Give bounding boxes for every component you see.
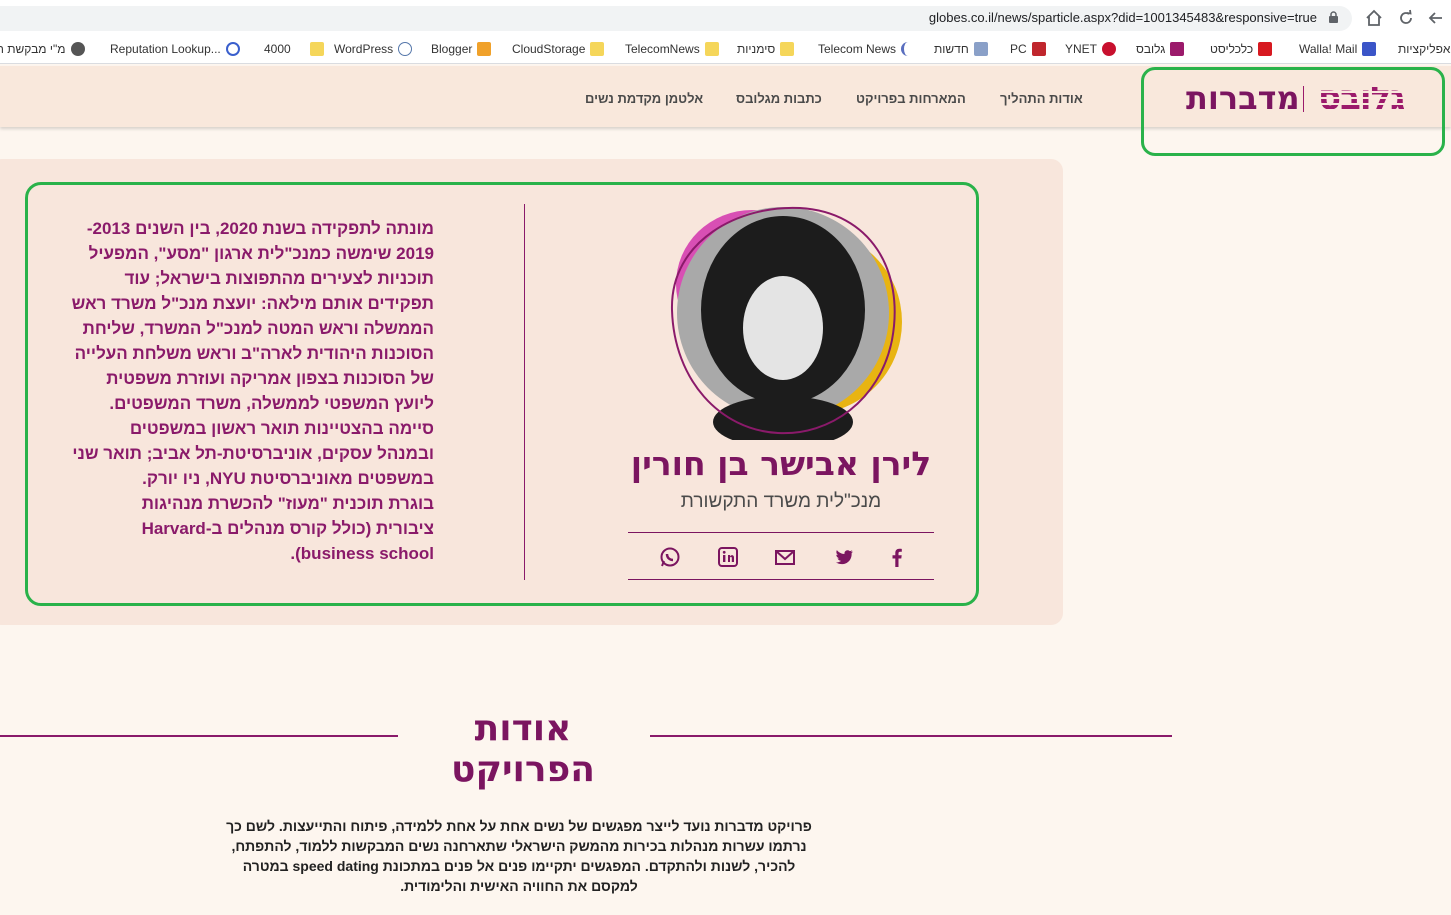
calcalist-icon (1258, 42, 1273, 56)
bookmark-item[interactable]: Reputation Lookup... (110, 42, 240, 56)
folder-icon (590, 42, 605, 56)
pc-icon (1031, 42, 1046, 56)
news-icon (973, 42, 988, 56)
address-bar: globes.co.il/news/sparticle.aspx?did=100… (0, 0, 1451, 36)
nav-articles[interactable]: כתבות מגלובס (736, 91, 822, 106)
ynet-icon (1102, 42, 1117, 56)
bookmark-item[interactable]: סימניות (737, 42, 795, 56)
bookmark-item[interactable]: YNET (1065, 42, 1117, 56)
about-title: אודות הפרויקט (451, 708, 595, 790)
bookmark-item[interactable]: Blogger (431, 42, 492, 56)
ring-icon (225, 42, 240, 56)
bookmark-label: YNET (1065, 42, 1098, 56)
logo-highlight-box (1141, 67, 1445, 156)
blogger-icon (477, 42, 492, 56)
bookmark-label: Telecom News (818, 42, 897, 56)
back-icon[interactable] (1426, 8, 1446, 28)
bookmark-label: סימניות (737, 42, 776, 56)
bookmark-label: גלובס (1136, 42, 1166, 56)
about-divider-left (0, 735, 398, 737)
bookmark-item[interactable]: CloudStorage (512, 42, 605, 56)
globes-icon (1170, 42, 1185, 56)
bookmark-label: TelecomNews (625, 42, 700, 56)
bookmark-label: חדשות (934, 42, 969, 56)
bookmark-item[interactable]: PC (1010, 42, 1046, 56)
bookmark-label: Walla! Mail (1299, 42, 1358, 56)
crescent-icon (901, 42, 915, 56)
walla-icon (1362, 42, 1377, 56)
bookmark-item[interactable]: Walla! Mail (1299, 42, 1377, 56)
globe-icon (70, 42, 85, 56)
bookmark-label: WordPress (334, 42, 394, 56)
bookmark-label: מ"י מבקשת ח (0, 42, 66, 56)
wordpress-icon (398, 42, 413, 56)
nav-hosts[interactable]: המארחות בפרויקט (856, 91, 966, 106)
home-icon[interactable] (1364, 8, 1384, 28)
about-line: להכיר, לשנות ולהתקדם. המפגשים יתקיימו פנ… (242, 858, 796, 874)
bookmark-label: 4000 (264, 42, 291, 56)
bookmark-item[interactable]: כלכליסט (1210, 42, 1273, 56)
url-text[interactable]: globes.co.il/news/sparticle.aspx?did=100… (929, 10, 1317, 25)
bookmark-label: CloudStorage (512, 42, 586, 56)
bookmark-label: Blogger (431, 42, 473, 56)
lock-icon[interactable] (1328, 11, 1339, 23)
folder-icon (704, 42, 719, 56)
nav-altman[interactable]: אלטמן מקדמת נשים (585, 91, 703, 106)
bookmark-label: אפליקציות (1398, 42, 1451, 56)
about-text: פרויקט מדברות נועד לייצר מפגשים של נשים … (200, 816, 838, 896)
about-line: פרויקט מדברות נועד לייצר מפגשים של נשים … (226, 818, 812, 834)
reload-icon[interactable] (1396, 8, 1416, 28)
bookmark-item[interactable]: TelecomNews (625, 42, 719, 56)
about-divider-right (650, 735, 1172, 737)
nav-about-process[interactable]: אודות התהליך (1000, 91, 1083, 106)
folder-icon (309, 42, 324, 56)
profile-highlight-box (25, 182, 979, 606)
bookmark-item[interactable]: 4000 (264, 42, 324, 56)
bookmark-label: כלכליסט (1210, 42, 1254, 56)
bookmark-item[interactable]: Telecom News (818, 42, 915, 56)
about-line: למקסם את החוויה האישית והלימודית. (400, 878, 638, 894)
bookmark-label: PC (1010, 42, 1027, 56)
bookmark-item[interactable]: WordPress (334, 42, 413, 56)
bookmark-item[interactable]: מ"י מבקשת ח (0, 42, 85, 56)
bookmark-label: Reputation Lookup... (110, 42, 221, 56)
bookmark-item[interactable]: גלובס (1136, 42, 1185, 56)
bookmark-item[interactable]: חדשות (934, 42, 988, 56)
about-line: נרתמו עשרות מנהלות בכירות מהמשק הישראלי … (231, 838, 807, 854)
bookmarks-bar: מ"י מבקשת ח Reputation Lookup... 4000 Wo… (0, 36, 1451, 64)
folder-icon (780, 42, 795, 56)
bookmark-item[interactable]: אפליקציות (1398, 42, 1450, 56)
